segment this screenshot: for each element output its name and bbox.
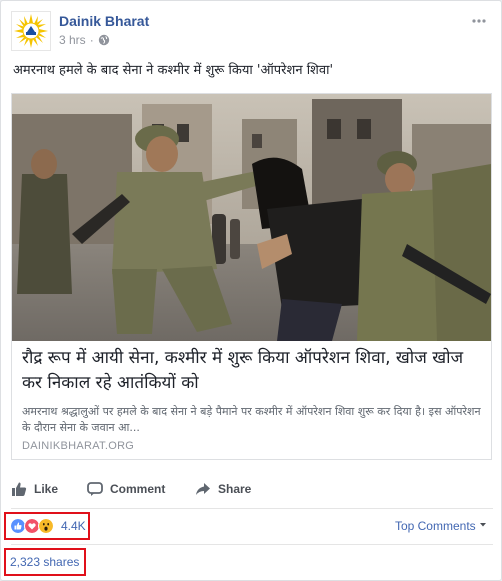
reactions-summary[interactable]: 4.4K — [4, 512, 90, 540]
comment-bubble-icon — [87, 482, 103, 496]
shares-label: 2,323 shares — [10, 555, 80, 569]
wow-reaction-icon — [38, 518, 54, 534]
globe-icon — [98, 34, 109, 46]
post-actions: Like Comment Share — [11, 477, 493, 501]
shares-count[interactable]: 2,323 shares — [4, 548, 86, 576]
post-header: Dainik Bharat 3 hrs · — [11, 11, 493, 51]
top-comments-label: Top Comments — [394, 519, 476, 533]
reactions-count: 4.4K — [61, 519, 86, 533]
comment-label: Comment — [110, 482, 166, 496]
news-photo — [12, 94, 491, 341]
like-label: Like — [34, 482, 59, 496]
link-title[interactable]: रौद्र रूप में आयी सेना, कश्मीर में शुरू … — [22, 346, 484, 396]
post-card: Dainik Bharat 3 hrs · अमरनाथ हमले के बाद… — [0, 0, 502, 581]
like-thumb-icon — [12, 482, 27, 496]
actions-divider — [11, 508, 493, 509]
like-button[interactable]: Like — [11, 481, 58, 497]
meta-separator: · — [89, 33, 94, 47]
stats-divider — [11, 544, 493, 545]
link-description: अमरनाथ श्रद्धालुओं पर हमले के बाद सेना न… — [22, 405, 481, 434]
comment-button[interactable]: Comment — [87, 481, 165, 497]
dropdown-caret-icon — [480, 523, 486, 527]
dainik-bharat-logo — [14, 14, 48, 48]
share-label: Share — [218, 482, 252, 496]
top-comments-dropdown[interactable]: Top Comments — [395, 519, 487, 533]
share-button[interactable]: Share — [195, 481, 251, 497]
link-preview-card[interactable]: रौद्र रूप में आयी सेना, कश्मीर में शुरू … — [11, 93, 492, 460]
link-preview-image[interactable] — [12, 94, 491, 341]
post-text: अमरनाथ हमले के बाद सेना ने कश्मीर में शु… — [13, 63, 334, 78]
share-arrow-icon — [196, 483, 210, 495]
page-name-link[interactable]: Dainik Bharat — [59, 13, 149, 29]
post-time[interactable]: 3 hrs — [59, 33, 86, 47]
link-domain: DAINIKBHARAT.ORG — [22, 440, 135, 452]
post-meta: 3 hrs · — [59, 33, 110, 47]
page-avatar[interactable] — [11, 11, 51, 51]
more-options-button[interactable] — [469, 11, 489, 31]
more-options-icon — [472, 19, 486, 23]
